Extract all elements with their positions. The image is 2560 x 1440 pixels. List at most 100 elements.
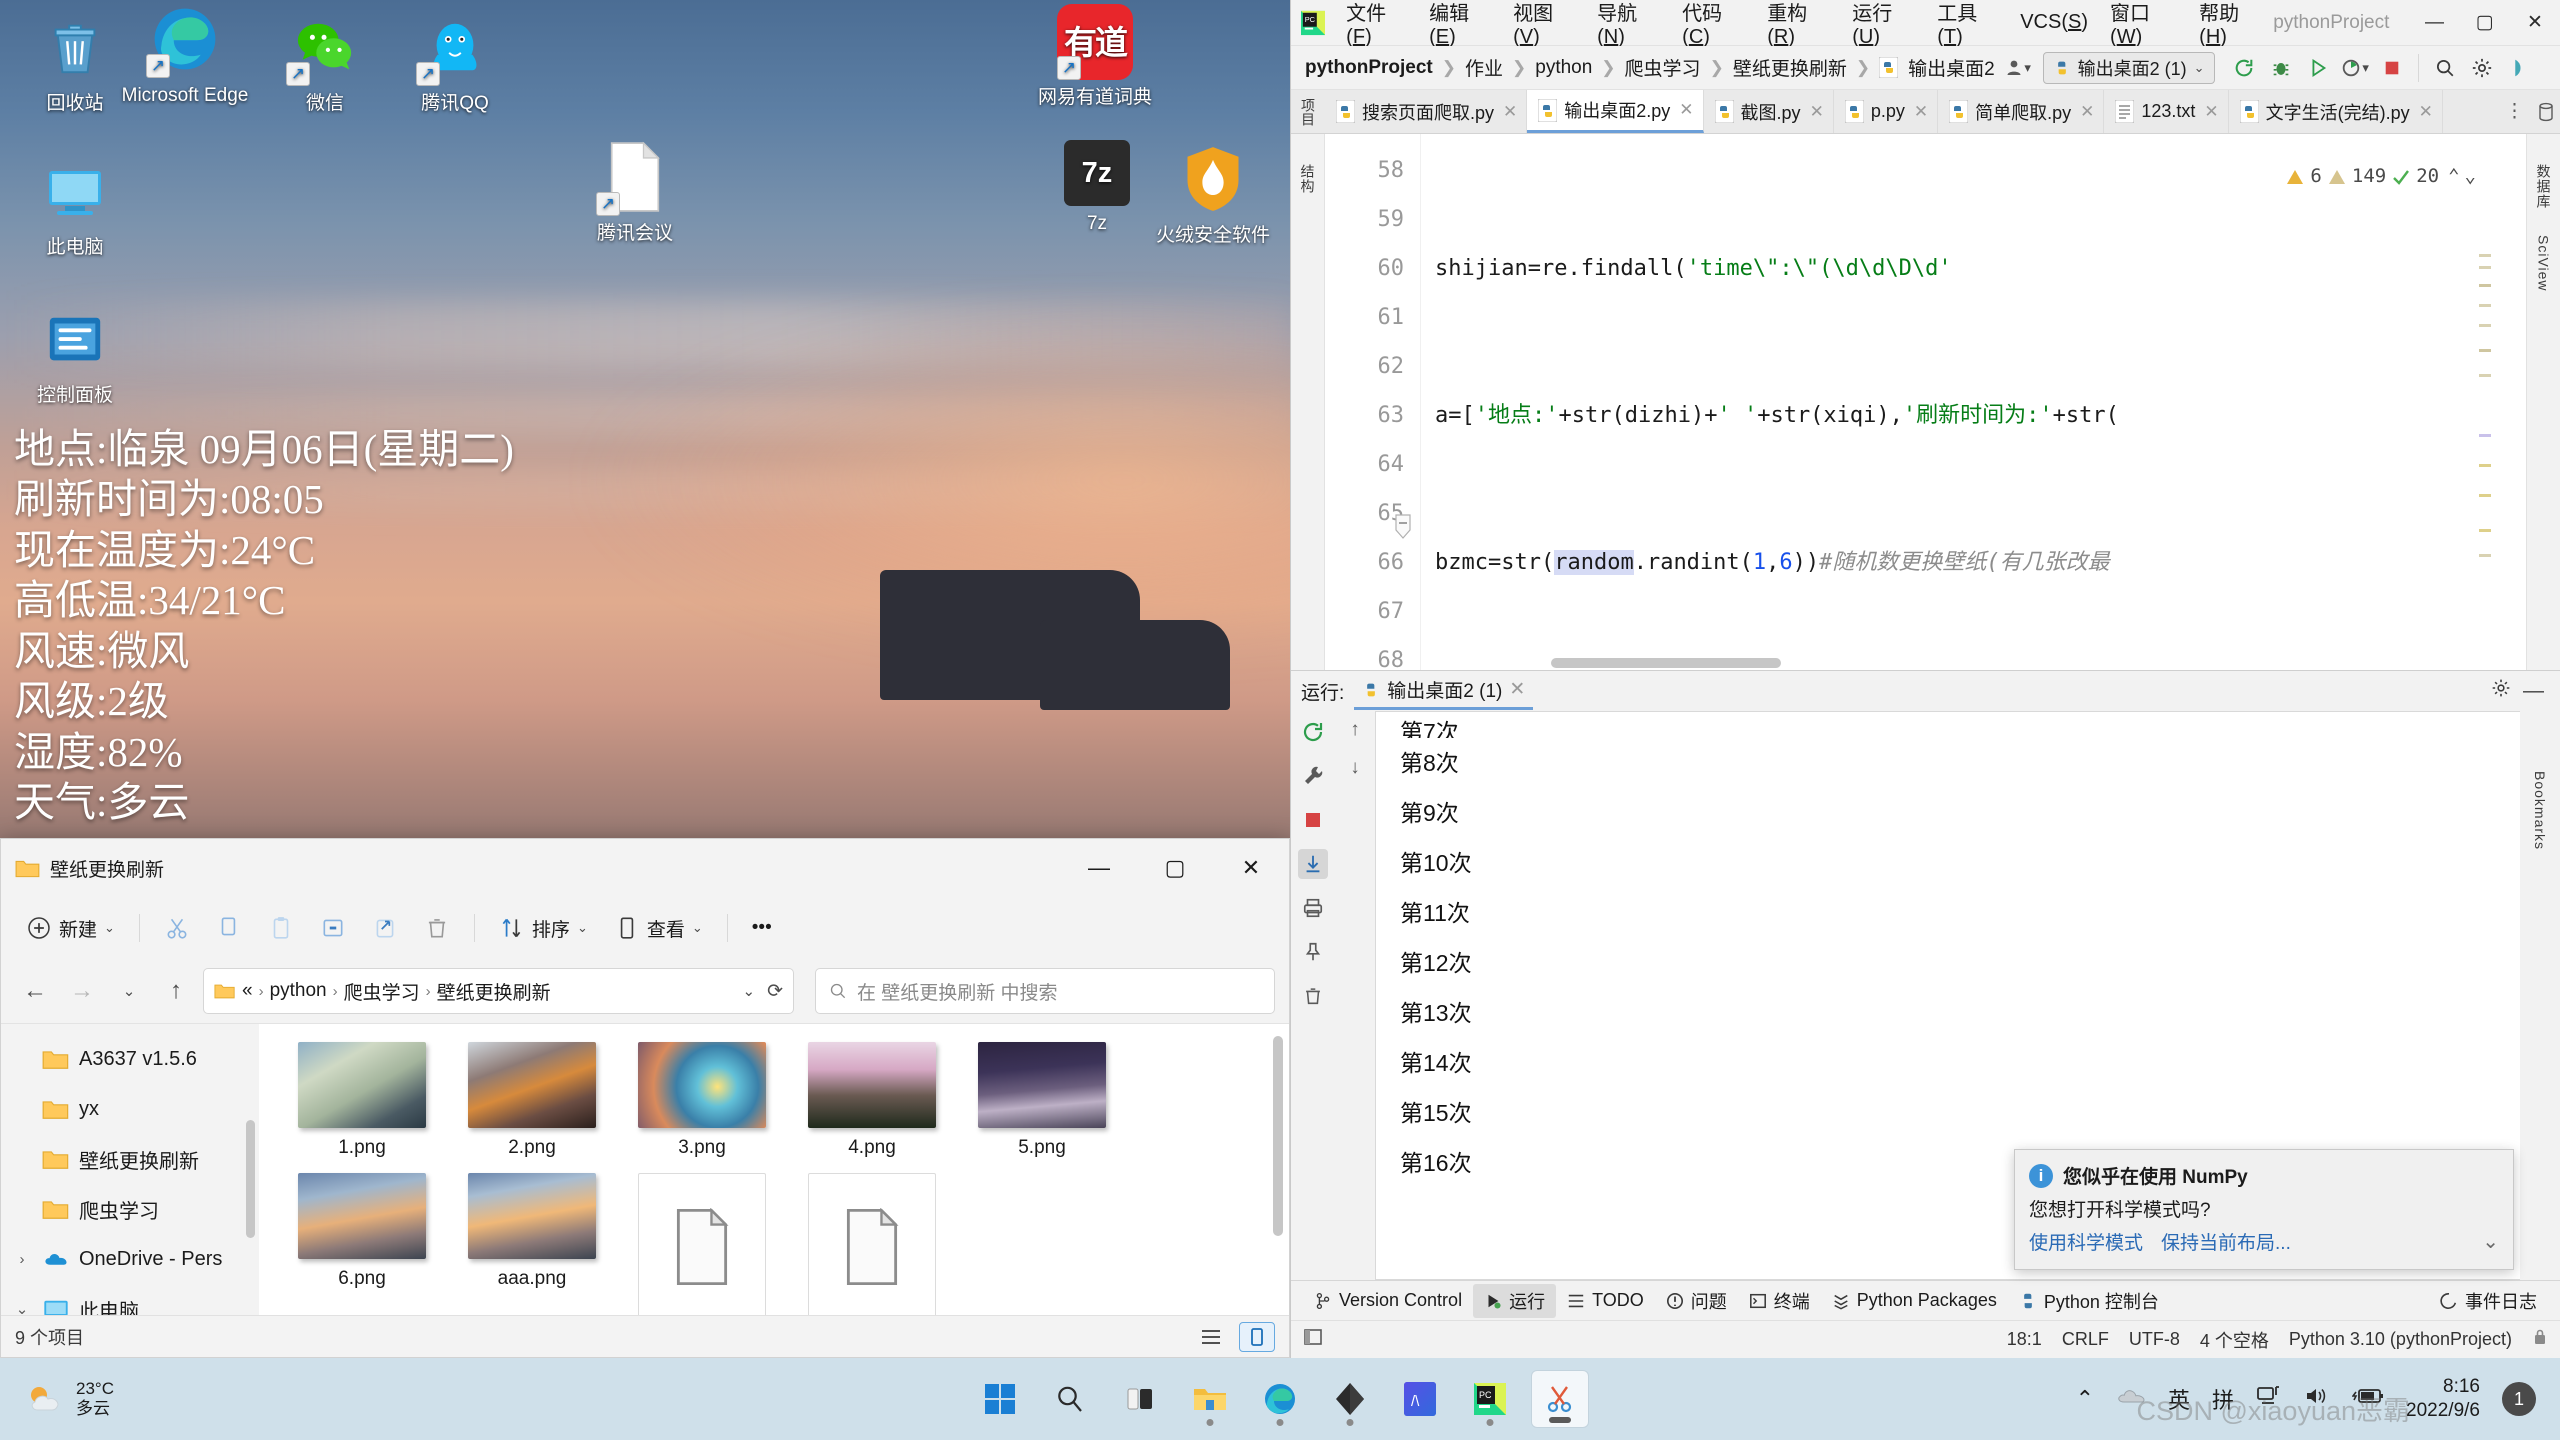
nav-item-bizhi[interactable]: 壁纸更换刷新 <box>1 1134 259 1184</box>
tab-jiandanpaqu[interactable]: 简单爬取.py ✕ <box>1938 90 2105 133</box>
python-interpreter[interactable]: Python 3.10 (pythonProject) <box>2289 1329 2512 1350</box>
tab-close-icon[interactable]: ✕ <box>2204 102 2218 122</box>
stop-button[interactable] <box>1298 805 1328 835</box>
toolwindow-problems[interactable]: 问题 <box>1655 1284 1738 1318</box>
desktop-icon-qq[interactable]: ↗ 腾讯QQ <box>380 8 530 116</box>
taskbar-weather-widget[interactable]: 23°C 多云 <box>0 1379 114 1420</box>
menu-navigate[interactable]: 导航(N) <box>1586 0 1671 53</box>
nav-item-a3637[interactable]: A3637 v1.5.6 <box>1 1034 259 1084</box>
prev-problem-icon[interactable]: ⌃ <box>2444 152 2459 201</box>
up-button[interactable]: ↑ <box>156 971 196 1011</box>
tab-close-icon[interactable]: ✕ <box>2419 102 2433 122</box>
lock-icon[interactable] <box>2532 1328 2548 1351</box>
address-crumb-pachong[interactable]: 爬虫学习 <box>344 978 420 1005</box>
forward-button[interactable]: → <box>62 971 102 1011</box>
share-button[interactable] <box>361 905 409 951</box>
desktop-icon-edge[interactable]: ↗ Microsoft Edge <box>110 0 260 108</box>
address-crumb-root[interactable]: « <box>242 980 253 1002</box>
taskbar-clock[interactable]: 8:16 2022/9/6 <box>2406 1375 2480 1423</box>
file-item[interactable]: 2.png <box>447 1042 617 1159</box>
run-button[interactable] <box>2301 52 2335 84</box>
tab-close-icon[interactable]: ✕ <box>1914 102 1928 122</box>
menu-run[interactable]: 运行(U) <box>1841 0 1926 53</box>
back-button[interactable]: ← <box>15 971 55 1011</box>
pycharm-minimize-button[interactable]: — <box>2409 1 2459 45</box>
tab-close-icon[interactable]: ✕ <box>2080 102 2094 122</box>
keep-layout-link[interactable]: 保持当前布局... <box>2161 1228 2291 1255</box>
menu-vcs[interactable]: VCS(S) <box>2009 7 2099 38</box>
scroll-up-icon[interactable]: ↑ <box>1350 719 1360 741</box>
taskbar-pycharm[interactable]: PC <box>1461 1370 1519 1428</box>
select-run-target-button[interactable]: ▾ <box>2001 52 2035 84</box>
new-button[interactable]: 新建 ⌄ <box>15 905 126 951</box>
cut-button[interactable] <box>153 905 201 951</box>
code-fold-marker[interactable] <box>1391 509 1413 539</box>
tab-sousuoyemian[interactable]: 搜索页面爬取.py ✕ <box>1325 90 1528 133</box>
tab-shuchuzhuomian2[interactable]: 输出桌面2.py ✕ <box>1527 90 1704 133</box>
nav-item-onedrive[interactable]: › OneDrive - Pers <box>1 1234 259 1284</box>
ime-language-indicator[interactable]: 英 <box>2168 1383 2190 1415</box>
run-configuration-selector[interactable]: 输出桌面2 (1) ⌄ <box>2042 51 2215 84</box>
menu-refactor[interactable]: 重构(R) <box>1756 0 1841 53</box>
menu-tools[interactable]: 工具(T) <box>1926 0 2009 53</box>
nav-item-this-pc[interactable]: ⌄ 此电脑 <box>1 1284 259 1315</box>
paste-button[interactable] <box>257 905 305 951</box>
indent-setting[interactable]: 4 个空格 <box>2200 1327 2269 1353</box>
stop-button[interactable] <box>2375 52 2409 84</box>
pycharm-close-button[interactable]: ✕ <box>2510 1 2560 45</box>
rename-button[interactable] <box>309 905 357 951</box>
file-item[interactable]: 4.png <box>787 1042 957 1159</box>
toolwindow-run[interactable]: 运行 <box>1473 1283 1557 1318</box>
rerun-button[interactable] <box>1298 717 1328 747</box>
debug-button[interactable] <box>2264 52 2298 84</box>
update-project-button[interactable] <box>2227 52 2261 84</box>
inspection-widget[interactable]: 6 149 20 ⌃ ⌄ <box>2281 150 2480 203</box>
file-item[interactable]: 6.png <box>277 1173 447 1315</box>
view-button[interactable]: 查看 ⌄ <box>603 905 714 951</box>
project-tool-label[interactable]: 项目 <box>1298 98 1318 126</box>
chevron-right-icon[interactable]: › <box>11 1251 33 1268</box>
coverage-button[interactable]: ▾ <box>2338 52 2372 84</box>
recent-locations-button[interactable]: ⌄ <box>109 971 149 1011</box>
scroll-down-icon[interactable]: ↓ <box>1350 757 1360 779</box>
taskbar-dia-app[interactable] <box>1321 1370 1379 1428</box>
minimize-icon[interactable]: — <box>2523 679 2550 703</box>
nav-item-yx[interactable]: yx <box>1 1084 259 1134</box>
list-view-button[interactable] <box>1193 1322 1229 1352</box>
editor-minimap[interactable] <box>2478 134 2492 670</box>
minimize-button[interactable]: — <box>1061 844 1137 892</box>
menu-file[interactable]: 文件(F) <box>1335 0 1418 53</box>
close-button[interactable]: ✕ <box>1213 844 1289 892</box>
file-item[interactable]: 3.png <box>617 1042 787 1159</box>
maximize-button[interactable]: ▢ <box>1137 844 1213 892</box>
file-item[interactable]: aaa.png <box>447 1173 617 1315</box>
structure-tool-label[interactable]: 结构 <box>1298 164 1318 194</box>
toolwindow-version-control[interactable]: Version Control <box>1303 1286 1473 1315</box>
line-separator[interactable]: CRLF <box>2062 1329 2109 1350</box>
breadcrumb-project[interactable]: pythonProject <box>1301 55 1437 81</box>
breadcrumb-zuoye[interactable]: 作业 <box>1461 52 1507 83</box>
desktop-icon-youdao[interactable]: 有道 ↗ 网易有道词典 <box>1020 4 1170 110</box>
tab-123-txt[interactable]: 123.txt ✕ <box>2104 90 2229 133</box>
search-everywhere-button[interactable] <box>2428 52 2462 84</box>
onedrive-icon[interactable] <box>2116 1386 2146 1412</box>
breadcrumb-bizhi[interactable]: 壁纸更换刷新 <box>1729 52 1851 83</box>
notification-badge[interactable]: 1 <box>2502 1382 2536 1416</box>
bookmarks-tool-label[interactable]: Bookmarks <box>2532 771 2548 850</box>
tab-jietu[interactable]: 截图.py ✕ <box>1703 90 1834 133</box>
settings-button[interactable] <box>2465 52 2499 84</box>
menu-window[interactable]: 窗口(W) <box>2099 0 2188 53</box>
start-button[interactable] <box>971 1370 1029 1428</box>
breadcrumb-file[interactable]: 输出桌面2 <box>1904 52 1999 83</box>
editor-code-content[interactable]: shijian=re.findall('time\":\"(\d\d\D\d' … <box>1421 134 2526 670</box>
breadcrumb-python[interactable]: python <box>1531 55 1596 81</box>
explorer-search-box[interactable]: 在 壁纸更换刷新 中搜索 <box>815 968 1275 1014</box>
toolwindow-event-log[interactable]: 事件日志 <box>2429 1284 2548 1318</box>
menu-edit[interactable]: 编辑(E) <box>1418 0 1502 53</box>
sort-button[interactable]: 排序 ⌄ <box>488 905 599 951</box>
gear-icon[interactable] <box>2491 678 2511 704</box>
next-problem-icon[interactable]: ⌄ <box>2465 152 2476 201</box>
more-options-button[interactable]: ••• <box>741 905 783 951</box>
desktop-icon-huorong[interactable]: 火绒安全软件 <box>1138 140 1288 248</box>
refresh-icon[interactable]: ⟳ <box>767 980 783 1003</box>
